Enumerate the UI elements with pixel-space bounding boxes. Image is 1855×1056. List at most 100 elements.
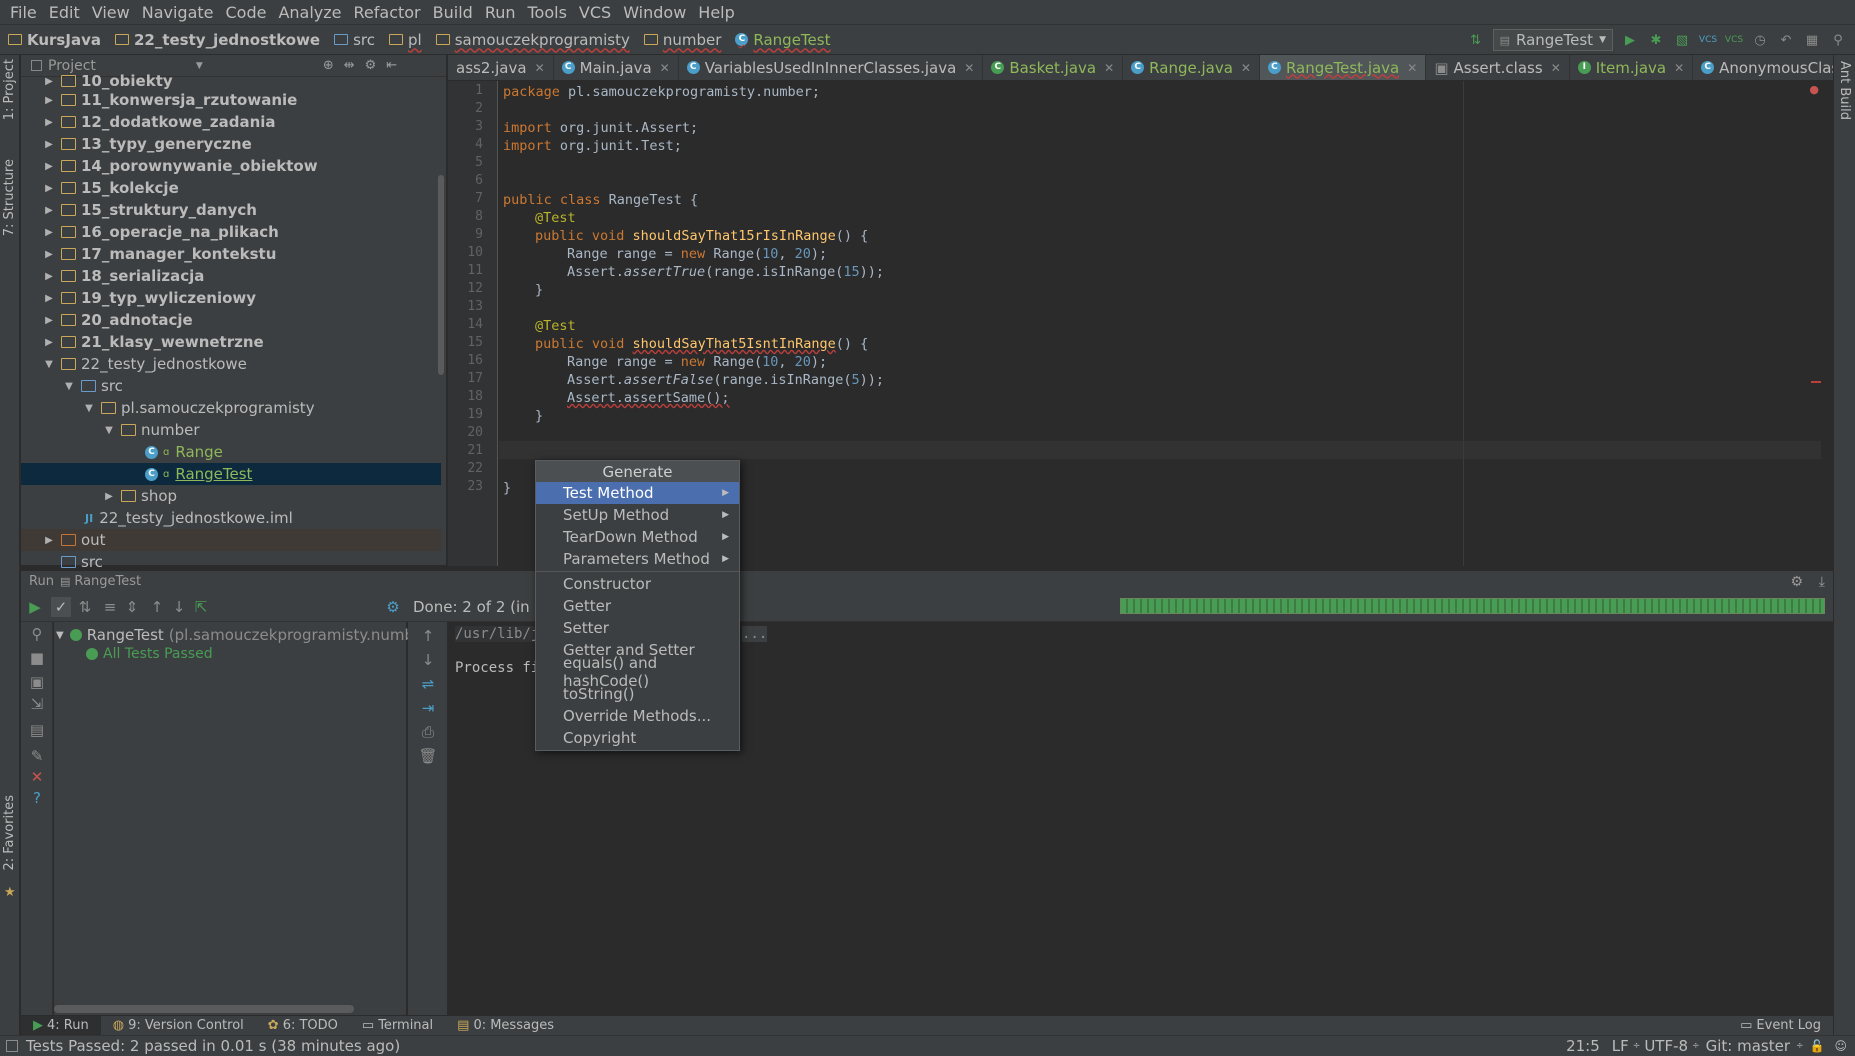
breadcrumb-item[interactable]: number bbox=[636, 25, 728, 54]
menu-item-parameters-method[interactable]: Parameters Method ▶ bbox=[536, 548, 739, 570]
down-arrow-icon[interactable]: ↓ bbox=[418, 650, 438, 670]
menu-item-test-method[interactable]: Test Method ▶ bbox=[536, 482, 739, 504]
breadcrumb-item[interactable]: KursJava bbox=[0, 25, 107, 54]
test-root-node[interactable]: ▼ RangeTest (pl.samouczekprogramisty.num… bbox=[56, 626, 423, 644]
coverage-icon[interactable]: ▧ bbox=[1673, 31, 1691, 49]
error-stripe[interactable] bbox=[1811, 381, 1821, 383]
layout-icon[interactable]: ▤ bbox=[27, 720, 47, 740]
menu-analyze[interactable]: Analyze bbox=[272, 3, 347, 22]
menu-vcs[interactable]: VCS bbox=[573, 3, 617, 22]
lock-icon[interactable]: 🔓 bbox=[1804, 1039, 1831, 1053]
tool-windows-icon[interactable] bbox=[6, 1040, 18, 1052]
menu-item-setup-method[interactable]: SetUp Method ▶ bbox=[536, 504, 739, 526]
tab-version-control[interactable]: ◍ 9: Version Control bbox=[101, 1016, 256, 1035]
tab-messages[interactable]: ▤ 0: Messages bbox=[445, 1016, 566, 1035]
tree-node[interactable]: ▶ out bbox=[21, 529, 441, 551]
run-icon[interactable]: ▶ bbox=[1621, 31, 1639, 49]
menu-refactor[interactable]: Refactor bbox=[348, 3, 427, 22]
menu-edit[interactable]: Edit bbox=[43, 3, 86, 22]
menu-help[interactable]: Help bbox=[692, 3, 740, 22]
tree-node[interactable]: ▶ shop bbox=[21, 485, 441, 507]
tab-editor-file[interactable]: C VariablesUsedInInnerClasses.java ✕ bbox=[679, 55, 984, 80]
menu-item-getter[interactable]: Getter bbox=[536, 595, 739, 617]
tab-editor-file-active[interactable]: C RangeTest.java ✕ bbox=[1259, 55, 1427, 80]
tree-node[interactable]: Cɑ Range bbox=[21, 441, 441, 463]
close-icon[interactable]: ✕ bbox=[660, 61, 670, 75]
tab-editor-file[interactable]: C Main.java ✕ bbox=[554, 55, 679, 80]
tree-node[interactable]: ▶ 20_adnotacje bbox=[21, 309, 441, 331]
up-arrow-icon[interactable]: ↑ bbox=[418, 626, 438, 646]
print-icon[interactable]: ⎙ bbox=[418, 722, 438, 742]
menu-run[interactable]: Run bbox=[479, 3, 522, 22]
tree-node[interactable]: ▶ 21_klasy_wewnetrzne bbox=[21, 331, 441, 353]
tree-node[interactable]: ▶ 15_kolekcje bbox=[21, 177, 441, 199]
tree-node[interactable]: ▶ 14_porownywanie_obiektow bbox=[21, 155, 441, 177]
breadcrumb-item[interactable]: samouczekprogramisty bbox=[428, 25, 636, 54]
scrollbar[interactable] bbox=[438, 175, 444, 375]
menu-file[interactable]: File bbox=[4, 3, 43, 22]
breadcrumb-item[interactable]: C RangeTest bbox=[727, 25, 836, 54]
tab-structure[interactable]: 7: Structure bbox=[2, 159, 17, 236]
tree-node[interactable]: ▶ 17_manager_kontekstu bbox=[21, 243, 441, 265]
tree-node[interactable]: ▶ 15_struktury_danych bbox=[21, 199, 441, 221]
close-icon[interactable]: ✕ bbox=[1674, 61, 1684, 75]
chevron-down-icon[interactable]: ▼ bbox=[196, 61, 203, 71]
inspector-icon[interactable]: ☺ bbox=[1830, 1039, 1855, 1053]
tab-project[interactable]: 1: Project bbox=[2, 59, 17, 120]
menu-item-setter[interactable]: Setter bbox=[536, 617, 739, 639]
run-config-select[interactable]: ▤ RangeTest ▼ bbox=[1492, 29, 1613, 51]
tab-favorites[interactable]: 2: Favorites bbox=[2, 795, 17, 871]
test-settings-icon[interactable]: ⚙ bbox=[383, 597, 403, 617]
tree-node[interactable]: ▼ pl.samouczekprogramisty bbox=[21, 397, 441, 419]
tab-editor-file[interactable]: ass2.java ✕ bbox=[448, 55, 554, 80]
console-folded-text[interactable]: ... bbox=[742, 626, 768, 642]
scroll-to-end-icon[interactable]: ⇥ bbox=[418, 698, 438, 718]
tab-run[interactable]: ▶ 4: Run bbox=[21, 1016, 101, 1035]
export-icon[interactable]: ⇱ bbox=[191, 597, 211, 617]
search-icon[interactable]: ⚲ bbox=[1829, 31, 1847, 49]
tree-node[interactable]: ▶ 11_konwersja_rzutowanie bbox=[21, 89, 441, 111]
close-icon[interactable]: ✕ bbox=[27, 767, 47, 787]
expand-all-icon[interactable]: ⇕ bbox=[122, 597, 142, 617]
scrollbar[interactable] bbox=[54, 1005, 354, 1013]
hide-panel-icon[interactable]: ⤓ bbox=[1819, 574, 1825, 590]
close-icon[interactable]: ✕ bbox=[1551, 61, 1561, 75]
camera-icon[interactable]: ▣ bbox=[27, 672, 47, 692]
pin-tab-icon[interactable]: ✎ bbox=[27, 746, 47, 766]
tree-node-selected[interactable]: Cɑ RangeTest bbox=[21, 463, 441, 485]
menu-item-constructor[interactable]: Constructor bbox=[536, 573, 739, 595]
close-icon[interactable]: ✕ bbox=[1241, 61, 1251, 75]
menu-build[interactable]: Build bbox=[427, 3, 479, 22]
stop-icon[interactable]: ■ bbox=[27, 648, 47, 668]
trash-icon[interactable]: 🗑 bbox=[418, 746, 438, 766]
close-icon[interactable]: ✕ bbox=[535, 61, 545, 75]
menu-tools[interactable]: Tools bbox=[522, 3, 573, 22]
tab-editor-file[interactable]: CAnonymousClasses.java✕ bbox=[1693, 55, 1833, 80]
previous-test-icon[interactable]: ↑ bbox=[147, 597, 167, 617]
tree-node[interactable]: ▶ 13_typy_generyczne bbox=[21, 133, 441, 155]
tab-editor-file[interactable]: C Range.java ✕ bbox=[1123, 55, 1260, 80]
vcs-update-icon[interactable]: VCS bbox=[1699, 31, 1717, 49]
tab-editor-file[interactable]: C Basket.java ✕ bbox=[983, 55, 1124, 80]
breadcrumb-item[interactable]: pl bbox=[381, 25, 428, 54]
tree-node[interactable]: ▶ 16_operacje_na_plikach bbox=[21, 221, 441, 243]
revert-icon[interactable]: ↶ bbox=[1777, 31, 1795, 49]
line-separator[interactable]: LF bbox=[1608, 1037, 1633, 1055]
restore-layout-icon[interactable]: ⇲ bbox=[27, 694, 47, 714]
menu-window[interactable]: Window bbox=[617, 3, 692, 22]
close-icon[interactable]: ✕ bbox=[964, 61, 974, 75]
run-tab-label[interactable]: RangeTest bbox=[74, 574, 141, 589]
gear-icon[interactable]: ⚙ bbox=[1790, 574, 1803, 590]
tab-event-log[interactable]: ▭ Event Log bbox=[1728, 1016, 1833, 1035]
close-icon[interactable]: ✕ bbox=[1104, 61, 1114, 75]
soft-wrap-icon[interactable]: ⇌ bbox=[418, 674, 438, 694]
tab-ant-build[interactable]: Ant Build bbox=[1837, 61, 1852, 120]
close-icon[interactable]: ✕ bbox=[1407, 61, 1417, 75]
breadcrumb-item[interactable]: src bbox=[326, 25, 381, 54]
tree-node[interactable]: ▶ 19_typ_wyliczeniowy bbox=[21, 287, 441, 309]
tree-node[interactable]: ▶ 12_dodatkowe_zadania bbox=[21, 111, 441, 133]
vcs-commit-icon[interactable]: VCS bbox=[1725, 31, 1743, 49]
tab-todo[interactable]: ✿ 6: TODO bbox=[256, 1016, 350, 1035]
next-test-icon[interactable]: ↓ bbox=[169, 597, 189, 617]
tree-node[interactable]: ▶ 18_serializacja bbox=[21, 265, 441, 287]
